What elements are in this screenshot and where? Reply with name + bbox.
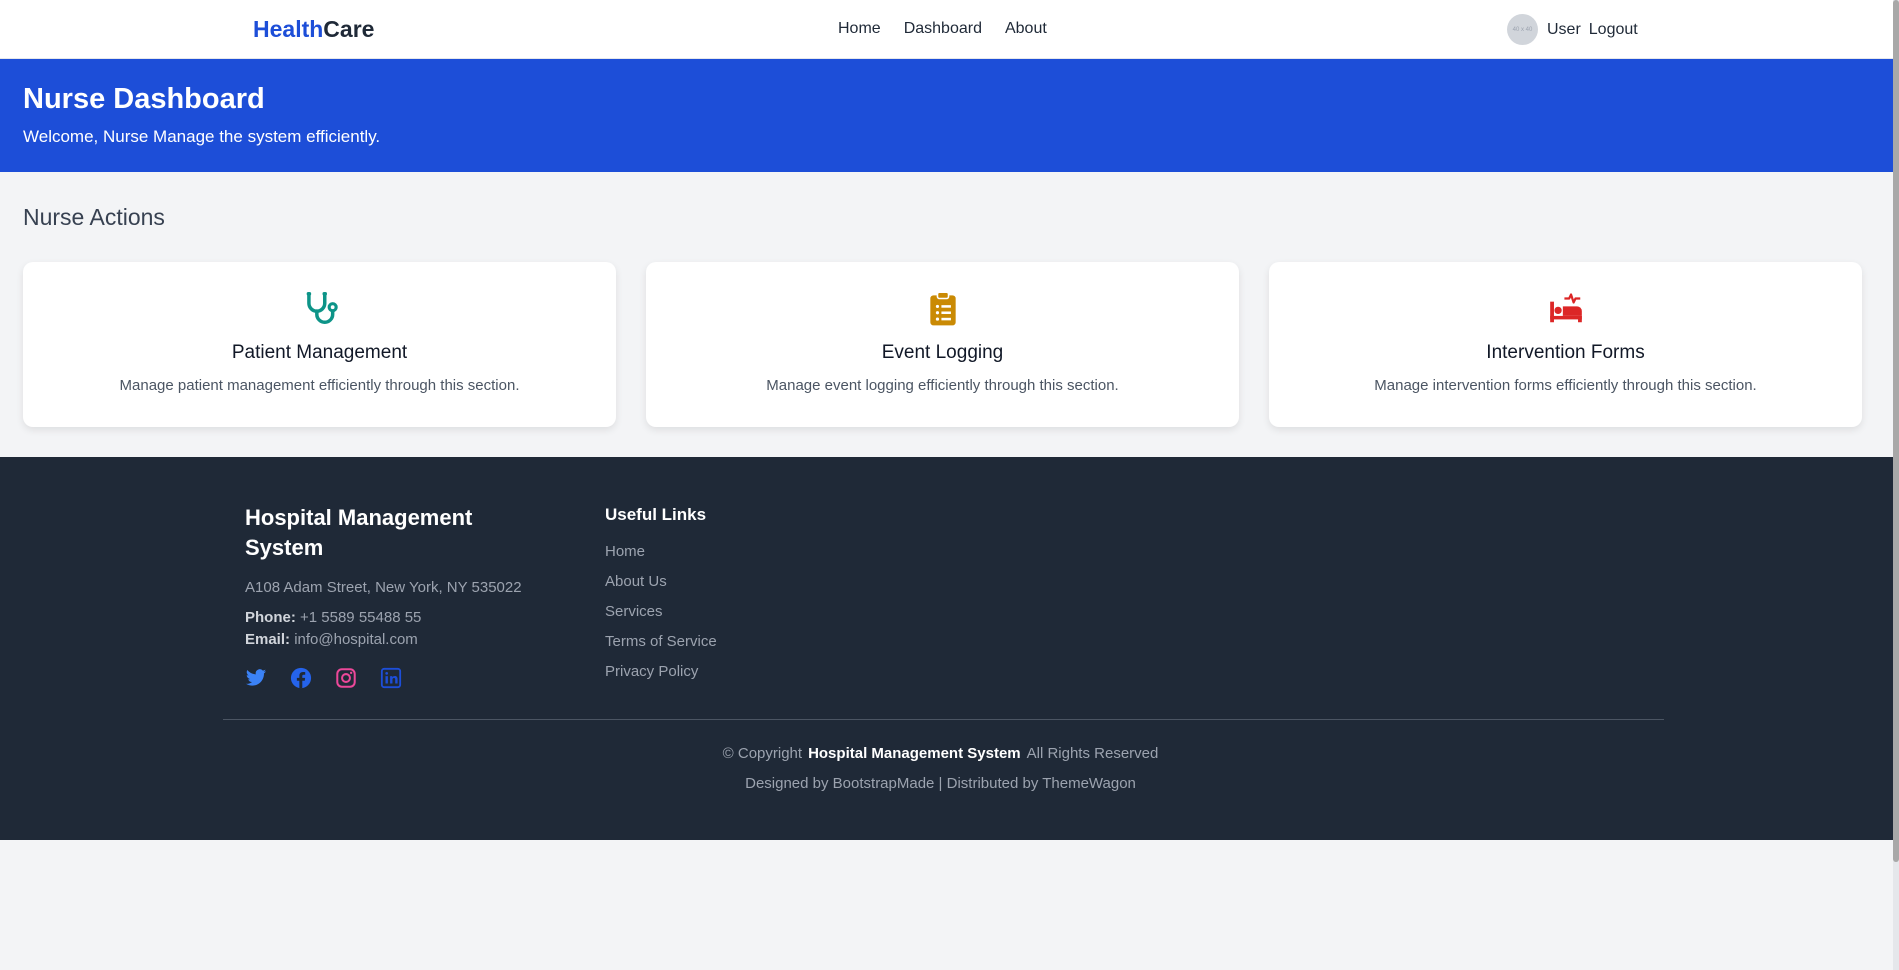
- clipboard-list-icon: [929, 291, 956, 326]
- copyright-name: Hospital Management System: [808, 745, 1021, 762]
- welcome-message: Welcome, Nurse Manage the system efficie…: [23, 127, 381, 146]
- email-value[interactable]: info@hospital.com: [294, 631, 418, 648]
- card-description: Manage event logging efficiently through…: [766, 377, 1119, 394]
- footer-link-home[interactable]: Home: [605, 543, 717, 573]
- card-description: Manage intervention forms efficiently th…: [1374, 377, 1757, 394]
- nav-link-dashboard[interactable]: Dashboard: [904, 20, 982, 38]
- top-navbar: HealthCare Home Dashboard About 40 x 40 …: [0, 0, 1893, 59]
- stethoscope-icon: [306, 292, 338, 324]
- email-label: Email:: [245, 631, 291, 648]
- copyright-suffix: All Rights Reserved: [1026, 745, 1159, 762]
- avatar[interactable]: 40 x 40: [1507, 14, 1538, 45]
- footer-link-privacy[interactable]: Privacy Policy: [605, 663, 717, 693]
- card-event-logging[interactable]: Event Logging Manage event logging effic…: [646, 262, 1239, 427]
- brand-part-care: Care: [323, 16, 375, 42]
- copyright: © Copyright Hospital Management System All…: [0, 745, 1881, 762]
- nav-link-about[interactable]: About: [1005, 20, 1047, 38]
- page-scrollbar[interactable]: [1893, 0, 1899, 970]
- copyright-prefix: © Copyright: [722, 745, 803, 762]
- card-title: Event Logging: [881, 342, 1004, 363]
- facebook-icon[interactable]: [290, 667, 312, 689]
- phone-value: +1 5589 55488 55: [300, 609, 422, 626]
- footer-link-terms[interactable]: Terms of Service: [605, 633, 717, 663]
- card-title: Intervention Forms: [1486, 342, 1645, 363]
- twitter-icon[interactable]: [245, 667, 267, 689]
- footer-phone: Phone: +1 5589 55488 55: [245, 609, 421, 626]
- user-label[interactable]: User: [1547, 21, 1581, 39]
- brand-part-health: Health: [253, 16, 324, 42]
- avatar-placeholder-text: 40 x 40: [1512, 26, 1533, 33]
- card-title: Patient Management: [231, 342, 408, 363]
- user-menu: 40 x 40 User Logout: [1507, 14, 1638, 45]
- footer-link-about-us[interactable]: About Us: [605, 573, 717, 603]
- logout-link[interactable]: Logout: [1589, 21, 1638, 39]
- footer-divider: [223, 719, 1664, 720]
- footer-email: Email: info@hospital.com: [245, 631, 418, 648]
- brand-logo[interactable]: HealthCare: [253, 16, 374, 43]
- phone-label: Phone:: [245, 609, 296, 626]
- useful-links-title: Useful Links: [605, 505, 707, 524]
- hospital-bed-icon: [1549, 293, 1582, 323]
- footer-credits: Designed by BootstrapMade | Distributed …: [745, 775, 1136, 792]
- section-title: Nurse Actions: [23, 204, 165, 230]
- card-patient-management[interactable]: Patient Management Manage patient manage…: [23, 262, 616, 427]
- dashboard-banner: Nurse Dashboard Welcome, Nurse Manage th…: [0, 59, 1893, 172]
- nav-links: Home Dashboard About: [838, 20, 1047, 38]
- useful-links-list: Home About Us Services Terms of Service …: [605, 543, 717, 693]
- instagram-icon[interactable]: [335, 667, 357, 689]
- social-links: [245, 667, 402, 689]
- site-footer: Hospital Management System A108 Adam Str…: [0, 457, 1893, 840]
- linkedin-icon[interactable]: [380, 667, 402, 689]
- scrollbar-thumb[interactable]: [1893, 0, 1899, 862]
- nav-link-home[interactable]: Home: [838, 20, 881, 38]
- card-description: Manage patient management efficiently th…: [119, 377, 520, 394]
- page-title: Nurse Dashboard: [23, 83, 265, 115]
- footer-link-services[interactable]: Services: [605, 603, 717, 633]
- footer-title: Hospital Management System: [245, 505, 473, 560]
- footer-address: A108 Adam Street, New York, NY 535022: [245, 579, 522, 596]
- card-intervention-forms[interactable]: Intervention Forms Manage intervention f…: [1269, 262, 1862, 427]
